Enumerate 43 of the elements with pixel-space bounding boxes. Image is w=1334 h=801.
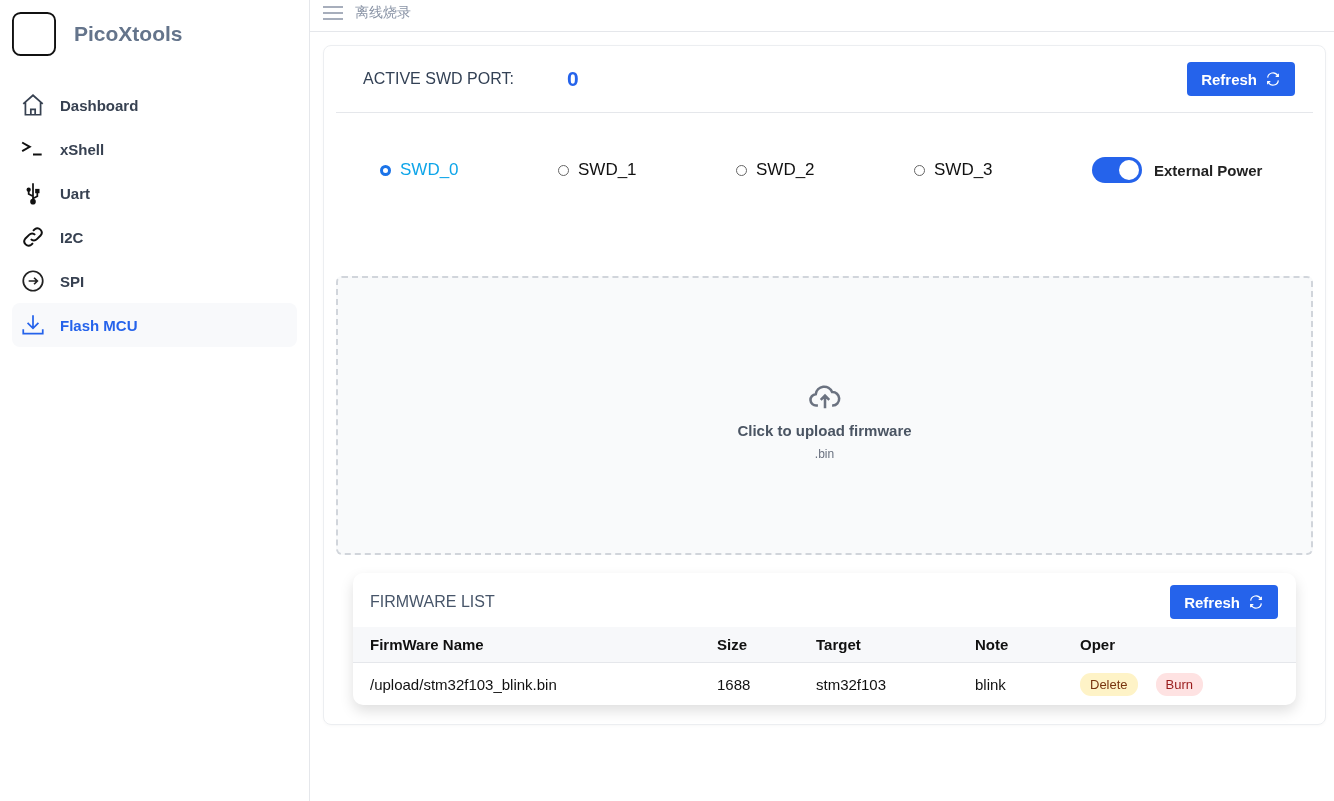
sidebar-item[interactable]: Flash MCU [12, 303, 297, 347]
refresh-button[interactable]: Refresh [1187, 62, 1295, 96]
radio-dot[interactable] [914, 164, 925, 176]
column-header: Oper [1063, 627, 1296, 663]
delete-button[interactable]: Delete [1080, 672, 1138, 696]
port-radio[interactable]: SWD_3 [914, 160, 1092, 180]
arrow-circle-icon [20, 268, 46, 294]
sidebar-item[interactable]: xShell [12, 127, 297, 171]
radio-dot[interactable] [380, 164, 391, 176]
radio-dot[interactable] [736, 164, 747, 176]
table-cell: /upload/stm32f103_blink.bin [353, 662, 700, 705]
port-label: ACTIVE SWD PORT: [363, 70, 515, 88]
switch-label: External Power [1154, 161, 1263, 179]
column-header: Size [700, 627, 799, 663]
refresh-button[interactable]: Refresh [1170, 585, 1278, 619]
table-cell: stm32f103 [799, 662, 958, 705]
port-value: 0 [567, 67, 580, 91]
column-header: Note [958, 627, 1063, 663]
port-radio[interactable]: SWD_2 [736, 160, 914, 180]
page-title: 离线烧录 [355, 4, 411, 22]
link-icon [20, 224, 46, 250]
sidebar-item[interactable]: SPI [12, 259, 297, 303]
firmware-list-title: FIRMWARE LIST [370, 593, 495, 611]
sidebar-item[interactable]: Dashboard [12, 83, 297, 127]
upload-dropzone[interactable]: Click to upload firmware .bin [336, 276, 1313, 555]
refresh-icon [1265, 71, 1281, 87]
sidebar-item[interactable]: Uart [12, 171, 297, 215]
sidebar-item[interactable]: I2C [12, 215, 297, 259]
radio-dot[interactable] [558, 164, 569, 176]
table-cell: 1688 [700, 662, 799, 705]
table-cell: blink [958, 662, 1063, 705]
logo-icon [12, 12, 56, 56]
app-name: PicoXtools [74, 22, 183, 46]
upload-hint: .bin [814, 447, 835, 461]
column-header: FirmWare Name [353, 627, 700, 663]
external-power-switch[interactable] [1092, 157, 1142, 183]
upload-title: Click to upload firmware [737, 422, 912, 439]
download-icon [20, 312, 46, 338]
port-radio[interactable]: SWD_1 [558, 160, 736, 180]
burn-button[interactable]: Burn [1155, 672, 1204, 696]
home-icon [20, 92, 46, 118]
refresh-icon [1248, 594, 1264, 610]
column-header: Target [799, 627, 958, 663]
